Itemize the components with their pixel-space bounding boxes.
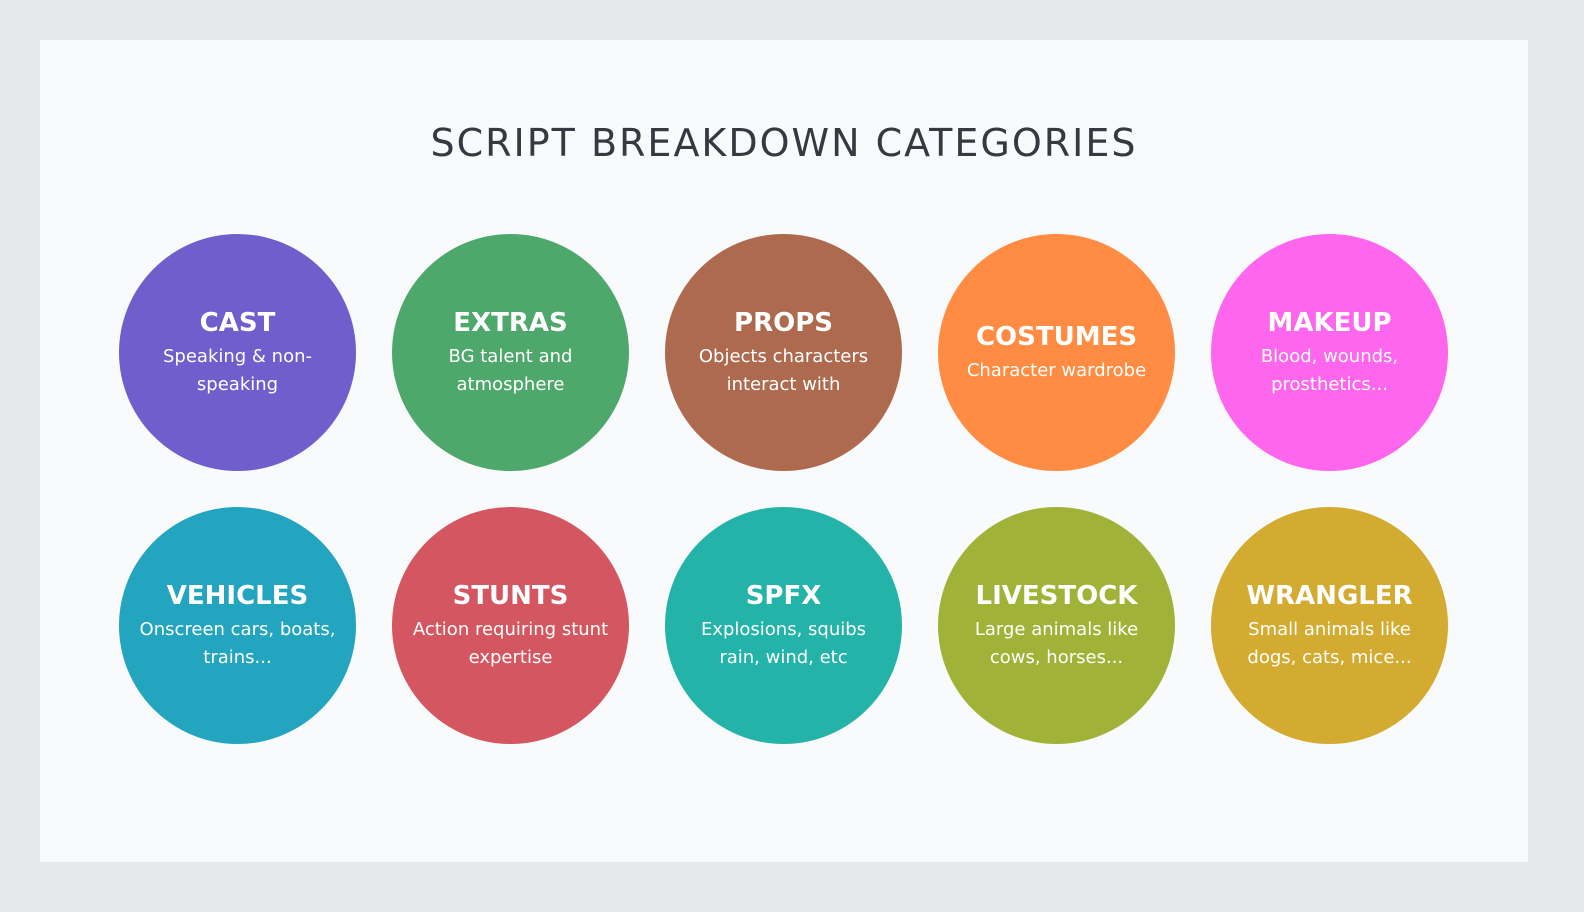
category-cast: CAST Speaking & non- speaking bbox=[119, 234, 356, 471]
description-line: rain, wind, etc bbox=[719, 646, 848, 668]
category-description: Onscreen cars, boats, trains... bbox=[140, 616, 336, 672]
category-wrangler: WRANGLER Small animals like dogs, cats, … bbox=[1211, 507, 1448, 744]
description-line: interact with bbox=[726, 373, 841, 395]
description-line: expertise bbox=[468, 646, 553, 668]
category-extras: EXTRAS BG talent and atmosphere bbox=[392, 234, 629, 471]
category-costumes: COSTUMES Character wardrobe bbox=[938, 234, 1175, 471]
category-livestock: LIVESTOCK Large animals like cows, horse… bbox=[938, 507, 1175, 744]
category-name: COSTUMES bbox=[975, 321, 1138, 352]
category-name: WRANGLER bbox=[1246, 580, 1413, 611]
category-name: LIVESTOCK bbox=[975, 580, 1138, 611]
category-description: Explosions, squibs rain, wind, etc bbox=[701, 616, 866, 672]
category-name: VEHICLES bbox=[166, 580, 309, 611]
diagram-title: SCRIPT BREAKDOWN CATEGORIES bbox=[430, 121, 1138, 165]
category-description: Blood, wounds, prosthetics... bbox=[1261, 343, 1398, 399]
description-line: dogs, cats, mice... bbox=[1247, 646, 1412, 668]
category-name: MAKEUP bbox=[1267, 307, 1392, 338]
description-line: BG talent and bbox=[448, 345, 573, 367]
category-props: PROPS Objects characters interact with bbox=[665, 234, 902, 471]
diagram-card: SCRIPT BREAKDOWN CATEGORIES CAST Speakin… bbox=[40, 40, 1528, 862]
category-description: Speaking & non- speaking bbox=[163, 343, 312, 399]
category-description: BG talent and atmosphere bbox=[449, 343, 573, 399]
description-line: Explosions, squibs bbox=[700, 618, 867, 640]
description-line: cows, horses... bbox=[989, 646, 1124, 668]
description-line: Blood, wounds, bbox=[1260, 345, 1399, 367]
description-line: prosthetics... bbox=[1271, 373, 1388, 395]
category-name: STUNTS bbox=[452, 580, 569, 611]
description-line: Large animals like bbox=[974, 618, 1139, 640]
category-description: Small animals like dogs, cats, mice... bbox=[1247, 616, 1411, 672]
category-vehicles: VEHICLES Onscreen cars, boats, trains... bbox=[119, 507, 356, 744]
description-line: Character wardrobe bbox=[966, 359, 1147, 381]
description-line: atmosphere bbox=[456, 373, 565, 395]
category-name: PROPS bbox=[734, 307, 833, 338]
category-description: Character wardrobe bbox=[967, 357, 1146, 385]
description-line: Onscreen cars, boats, bbox=[139, 618, 336, 640]
description-line: Speaking & non- bbox=[162, 345, 313, 367]
description-line: speaking bbox=[196, 373, 279, 395]
description-line: Small animals like bbox=[1248, 618, 1411, 640]
category-spfx: SPFX Explosions, squibs rain, wind, etc bbox=[665, 507, 902, 744]
category-name: EXTRAS bbox=[453, 307, 568, 338]
category-stunts: STUNTS Action requiring stunt expertise bbox=[392, 507, 629, 744]
category-description: Action requiring stunt expertise bbox=[413, 616, 608, 672]
category-description: Large animals like cows, horses... bbox=[975, 616, 1138, 672]
description-line: Action requiring stunt bbox=[412, 618, 609, 640]
description-line: Objects characters bbox=[698, 345, 869, 367]
category-description: Objects characters interact with bbox=[699, 343, 868, 399]
category-name: SPFX bbox=[745, 580, 822, 611]
description-line: trains... bbox=[203, 646, 272, 668]
category-makeup: MAKEUP Blood, wounds, prosthetics... bbox=[1211, 234, 1448, 471]
category-name: CAST bbox=[199, 307, 276, 338]
